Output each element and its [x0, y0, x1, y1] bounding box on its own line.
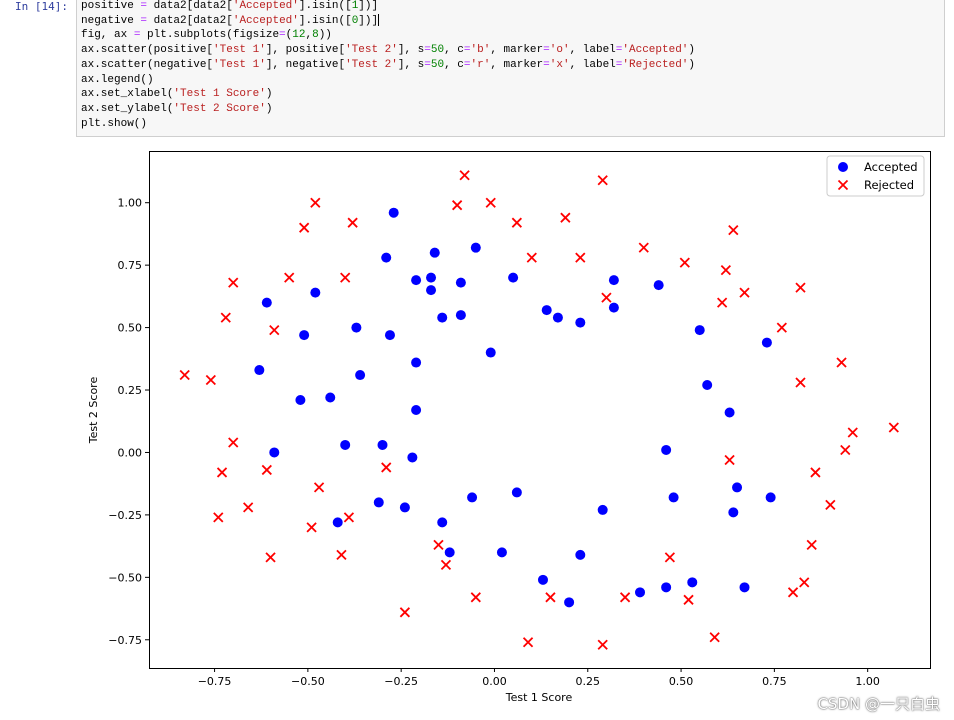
accepted-point [661, 582, 672, 593]
y-tick-label: 0.00 [118, 446, 143, 459]
accepted-point [728, 507, 739, 518]
accepted-point [608, 275, 619, 286]
accepted-point [575, 549, 586, 560]
accepted-point [608, 302, 619, 313]
accepted-point [597, 504, 608, 515]
legend-accepted-label: Accepted [864, 160, 918, 174]
x-tick-label: 0.50 [669, 675, 694, 688]
x-tick-label: 1.00 [855, 675, 880, 688]
accepted-point [467, 492, 478, 503]
accepted-point [384, 330, 395, 341]
scatter-plot: −0.75 −0.50 −0.25 0.00 0.25 0.50 0.75 1.00 −0.75… [87, 151, 931, 704]
accepted-point [508, 272, 519, 283]
accepted-point [426, 285, 437, 296]
accepted-point [732, 482, 743, 493]
x-tick-label: −0.50 [291, 675, 325, 688]
accepted-point [496, 547, 507, 558]
accepted-point [340, 439, 351, 450]
accepted-point [310, 287, 321, 298]
accepted-point [411, 275, 422, 286]
legend-accepted-marker [838, 162, 848, 172]
accepted-point [411, 405, 422, 415]
accepted-point [724, 407, 735, 418]
accepted-point [426, 272, 437, 283]
accepted-point [437, 517, 448, 528]
accepted-point [511, 487, 522, 498]
legend-rejected-label: Rejected [864, 178, 914, 192]
accepted-point [381, 252, 392, 263]
y-tick-label: −0.50 [108, 571, 142, 584]
accepted-point [444, 547, 455, 558]
accepted-point [537, 574, 548, 585]
accepted-point [325, 392, 336, 403]
accepted-point [332, 517, 343, 528]
accepted-point [653, 280, 664, 291]
accepted-point [351, 322, 362, 333]
accepted-point [407, 452, 418, 463]
accepted-point [635, 587, 646, 598]
x-tick-label: −0.75 [198, 675, 232, 688]
y-tick-label: −0.75 [108, 634, 142, 647]
accepted-point [485, 347, 496, 358]
accepted-point [687, 577, 698, 588]
accepted-point [377, 439, 388, 450]
y-tick-label: 1.00 [118, 197, 143, 210]
accepted-point [455, 310, 466, 321]
accepted-point [564, 597, 575, 608]
accepted-point [552, 312, 563, 323]
accepted-point [470, 242, 481, 253]
axes-frame [149, 151, 931, 669]
y-tick-label: 0.25 [118, 384, 143, 397]
accepted-point [661, 444, 672, 455]
accepted-point [702, 380, 713, 391]
x-tick-label: 0.25 [576, 675, 601, 688]
accepted-point [399, 502, 410, 513]
x-tick-label: −0.25 [384, 675, 418, 688]
accepted-point [694, 325, 705, 336]
accepted-point [575, 317, 586, 328]
accepted-point [411, 357, 422, 368]
accepted-point [437, 312, 448, 323]
y-tick-label: −0.25 [108, 509, 142, 522]
accepted-point [765, 492, 776, 503]
watermark: CSDN @一只白虫 [817, 695, 940, 713]
accepted-point [761, 337, 772, 348]
accepted-point [388, 207, 399, 218]
x-tick-label: 0.00 [482, 675, 507, 688]
accepted-point [739, 582, 750, 593]
accepted-point [668, 492, 679, 503]
x-tick-label: 0.75 [762, 675, 787, 688]
accepted-point [373, 497, 384, 508]
y-axis-label: Test 2 Score [87, 377, 100, 445]
accepted-point [254, 365, 265, 376]
x-axis-label: Test 1 Score [505, 691, 573, 704]
y-tick-label: 0.75 [118, 259, 143, 272]
accepted-point [429, 247, 440, 258]
accepted-point [295, 395, 306, 406]
accepted-point [269, 447, 280, 458]
accepted-point [455, 277, 466, 288]
accepted-point [355, 370, 366, 381]
y-tick-label: 0.50 [118, 322, 143, 335]
accepted-point [261, 297, 272, 308]
accepted-point [541, 305, 552, 316]
legend: Accepted Rejected [826, 155, 925, 197]
accepted-point [299, 330, 310, 341]
